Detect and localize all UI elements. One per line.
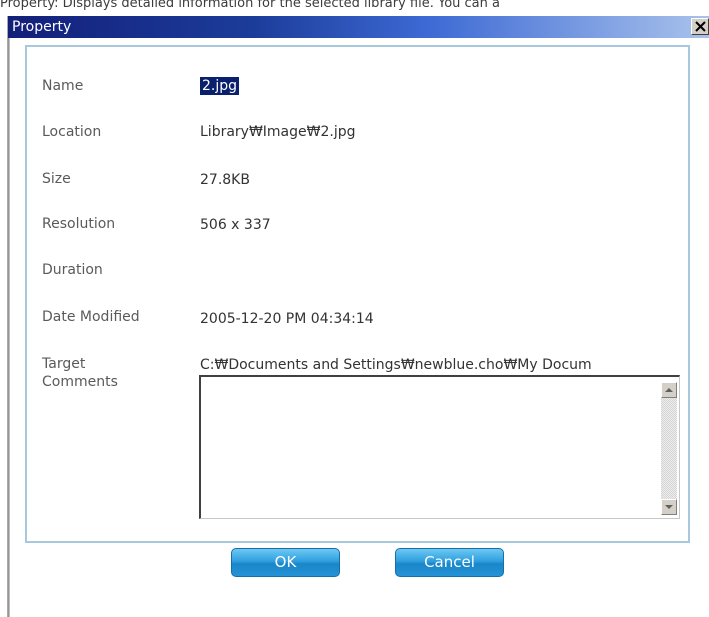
- date-modified-value: 2005-12-20 PM 04:34:14: [200, 311, 374, 327]
- dialog-title: Property: [12, 19, 72, 35]
- close-button[interactable]: [691, 18, 709, 35]
- location-label: Location: [42, 124, 102, 140]
- resolution-value: 506 x 337: [200, 217, 271, 233]
- close-icon: [695, 21, 706, 32]
- target-label: Target: [42, 356, 86, 372]
- comments-label: Comments: [42, 374, 118, 390]
- target-value: C:₩Documents and Settings₩newblue.cho₩My…: [200, 357, 592, 373]
- size-value: 27.8KB: [200, 172, 250, 188]
- date-modified-label: Date Modified: [42, 309, 140, 325]
- dialog-frame-border: [7, 16, 10, 617]
- arrow-down-icon: [665, 505, 673, 509]
- cancel-button[interactable]: Cancel: [395, 548, 504, 577]
- scroll-up-button[interactable]: [661, 382, 677, 398]
- resolution-label: Resolution: [42, 216, 116, 232]
- comments-scrollbar[interactable]: [661, 382, 677, 515]
- name-label: Name: [42, 78, 84, 94]
- location-value: Library₩Image₩2.jpg: [200, 124, 356, 140]
- duration-label: Duration: [42, 262, 103, 278]
- scroll-down-button[interactable]: [661, 499, 677, 515]
- arrow-up-icon: [665, 388, 673, 392]
- ok-button[interactable]: OK: [231, 548, 340, 577]
- size-label: Size: [42, 171, 71, 187]
- dialog-titlebar[interactable]: Property: [8, 16, 709, 38]
- comments-textarea[interactable]: [199, 375, 680, 519]
- name-value[interactable]: 2.jpg: [200, 77, 240, 95]
- help-caption: Property: Displays detailed information …: [0, 0, 500, 11]
